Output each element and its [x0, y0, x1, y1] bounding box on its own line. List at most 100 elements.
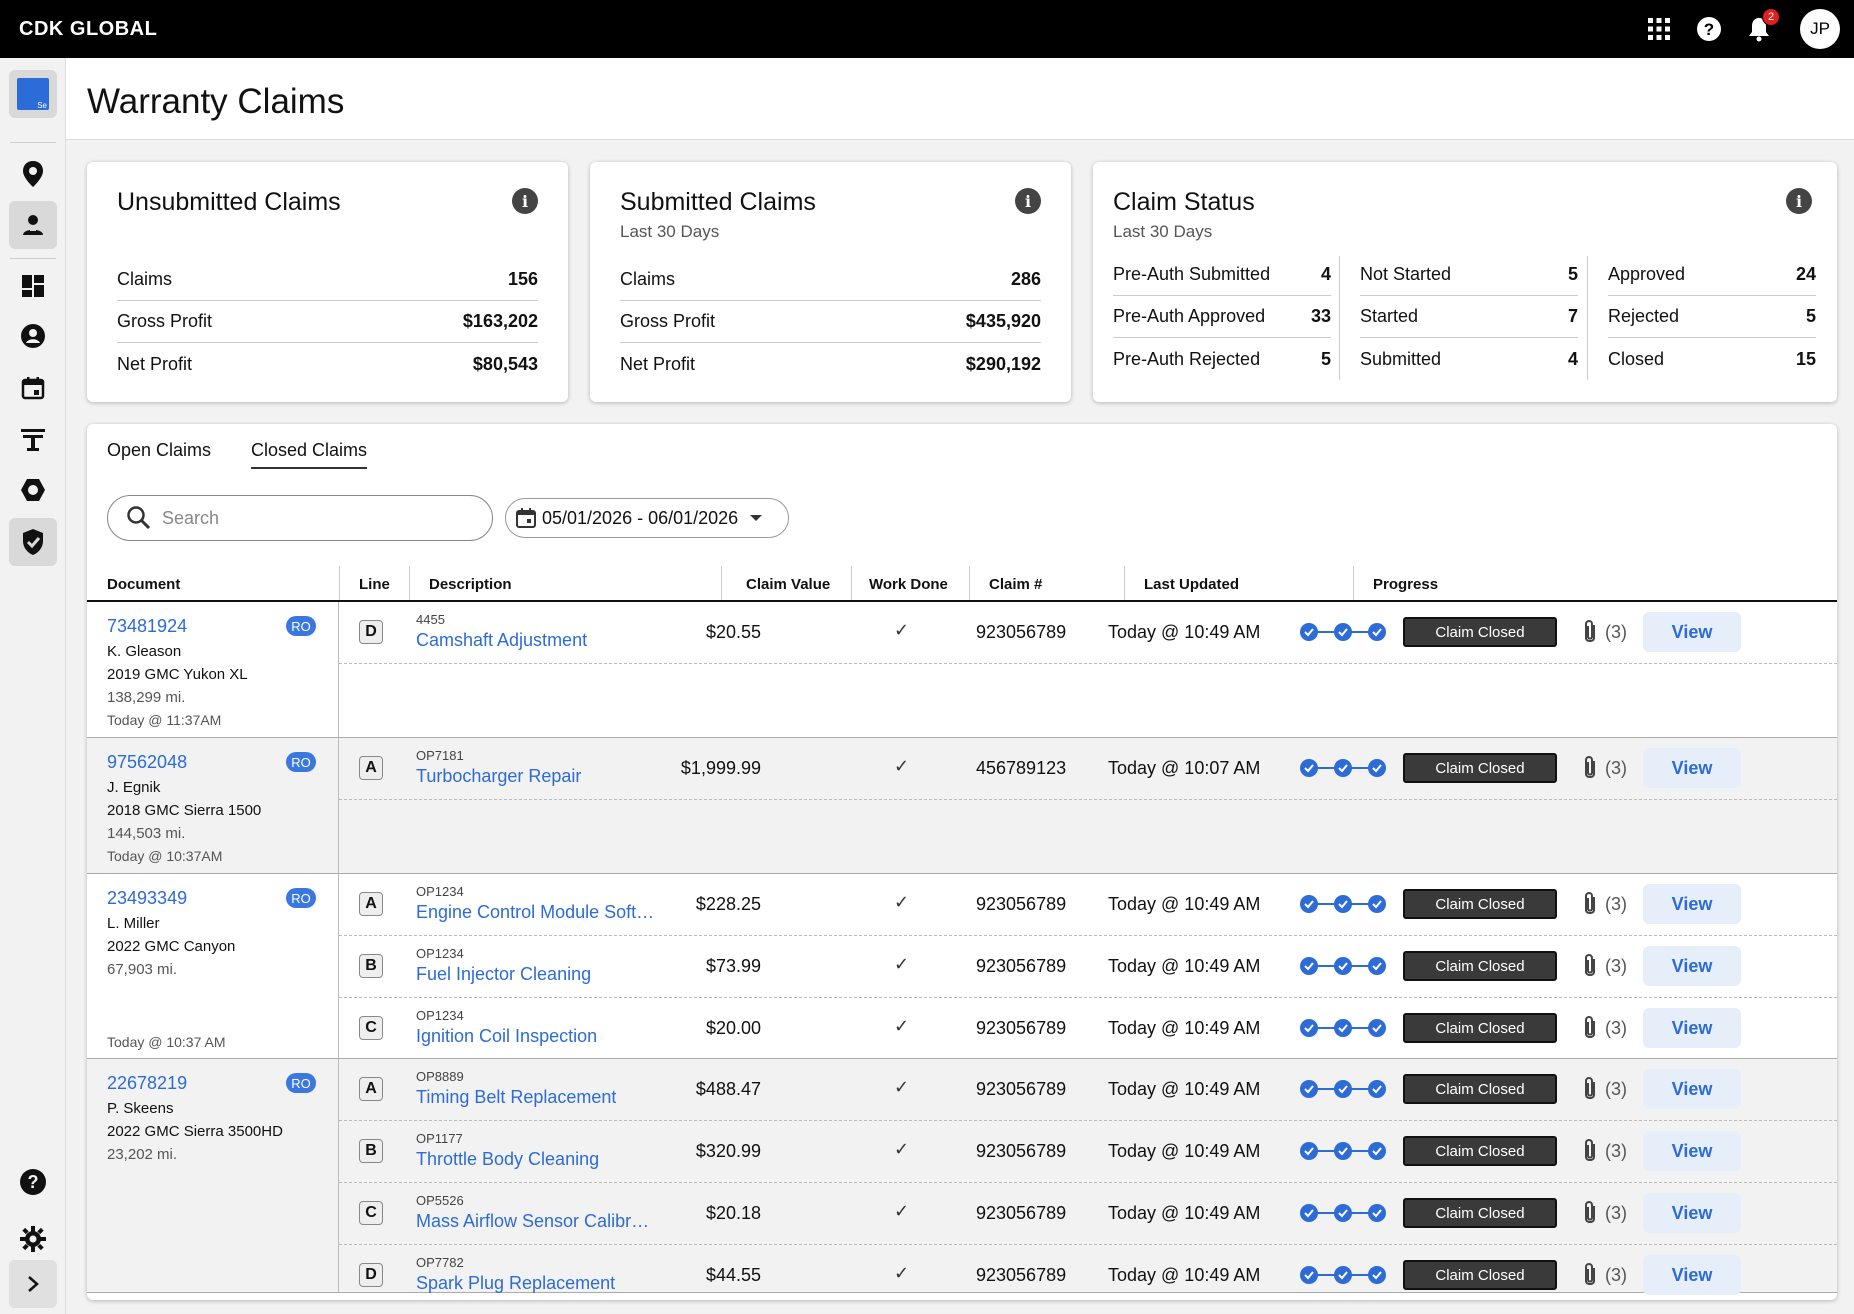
info-icon[interactable]: i — [1786, 188, 1812, 214]
sidebar-item-account[interactable] — [9, 312, 57, 360]
sidebar-item-dashboard[interactable] — [9, 262, 57, 310]
search-input[interactable]: Search — [107, 495, 493, 541]
document-cell: 22678219 RO P. Skeens 2022 GMC Sierra 3500H… — [87, 1059, 339, 1292]
description-link[interactable]: Spark Plug Replacement — [416, 1273, 615, 1294]
view-button[interactable]: View — [1643, 1193, 1741, 1233]
view-button[interactable]: View — [1643, 1255, 1741, 1295]
claim-number: 923056789 — [976, 894, 1067, 914]
view-button[interactable]: View — [1643, 1069, 1741, 1109]
line-letter: A — [359, 892, 383, 916]
calendar-icon — [21, 377, 45, 400]
brand-logo[interactable]: CDK GLOBAL — [19, 18, 157, 41]
calendar-icon — [516, 508, 536, 528]
status-badge: Claim Closed — [1403, 889, 1557, 919]
info-icon[interactable]: i — [512, 188, 538, 214]
sidebar-help[interactable]: ? — [9, 1158, 57, 1206]
paperclip-icon[interactable] — [1579, 1014, 1601, 1042]
sidebar-app-switcher[interactable]: Se — [9, 70, 57, 118]
claim-value: $44.55 — [705, 1265, 761, 1285]
mileage: 23,202 mi. — [107, 1146, 178, 1163]
notifications-bell-icon[interactable]: 2 — [1746, 8, 1780, 42]
claim-group: 73481924 RO K. Gleason 2019 GMC Yukon XL 138… — [87, 602, 1837, 738]
paperclip-icon[interactable] — [1579, 754, 1601, 782]
document-time: Today @ 10:37 AM — [107, 1034, 226, 1050]
document-cell: 73481924 RO K. Gleason 2019 GMC Yukon XL 138… — [87, 602, 339, 737]
description-link[interactable]: Turbocharger Repair — [416, 766, 581, 787]
description-link[interactable]: Timing Belt Replacement — [416, 1087, 616, 1108]
view-button[interactable]: View — [1643, 946, 1741, 986]
attachment-count: (3) — [1605, 1018, 1627, 1038]
card-subtitle: Last 30 Days — [620, 222, 720, 241]
op-code: OP7181 — [416, 748, 464, 763]
info-icon[interactable]: i — [1015, 188, 1041, 214]
claim-group: 23493349 RO L. Miller 2022 GMC Canyon 67,903… — [87, 874, 1837, 1059]
notification-count-badge: 2 — [1762, 8, 1780, 26]
user-avatar[interactable]: JP — [1800, 9, 1840, 49]
paperclip-icon[interactable] — [1579, 618, 1601, 646]
document-link[interactable]: 23493349 — [107, 888, 187, 909]
sidebar-item-contacts[interactable] — [9, 201, 57, 249]
stat-row: Gross Profit $435,920 — [620, 301, 1041, 343]
document-link[interactable]: 73481924 — [107, 616, 187, 637]
paperclip-icon[interactable] — [1579, 1199, 1601, 1227]
tab-closed-claims[interactable]: Closed Claims — [251, 440, 368, 469]
paperclip-icon[interactable] — [1579, 952, 1601, 980]
claim-line-row: C OP5526 Mass Airflow Sensor Calibration $2… — [339, 1183, 1837, 1245]
view-button[interactable]: View — [1643, 1008, 1741, 1048]
svg-text:?: ? — [1704, 20, 1714, 39]
status-badge: Claim Closed — [1403, 1136, 1557, 1166]
sidebar-item-location[interactable] — [9, 150, 57, 198]
description-link[interactable]: Engine Control Module Software... — [416, 902, 656, 923]
claim-line-row: A OP7181 Turbocharger Repair $1,999.99 ✓ 4567… — [339, 738, 1837, 800]
unsubmitted-claims-card: Unsubmitted Claims i Claims 156 Gross Pro… — [87, 162, 568, 463]
last-updated: Today @ 10:49 AM — [1108, 1203, 1261, 1223]
sidebar-item-service-lift[interactable] — [9, 415, 57, 463]
description-link[interactable]: Camshaft Adjustment — [416, 630, 587, 651]
tab-open-claims[interactable]: Open Claims — [107, 440, 211, 467]
description-link[interactable]: Mass Airflow Sensor Calibration — [416, 1211, 656, 1232]
description-link[interactable]: Throttle Body Cleaning — [416, 1149, 599, 1170]
vehicle: 2022 GMC Sierra 3500HD — [107, 1123, 283, 1140]
sidebar-item-warranty[interactable] — [9, 518, 57, 566]
last-updated: Today @ 10:49 AM — [1108, 622, 1261, 642]
view-button[interactable]: View — [1643, 748, 1741, 788]
ro-badge: RO — [286, 888, 316, 908]
sidebar-settings[interactable] — [9, 1215, 57, 1263]
help-icon[interactable]: ? — [1696, 16, 1722, 42]
status-column-preauth: Pre-Auth Submitted 4 Pre-Auth Approved 33 … — [1113, 254, 1331, 380]
view-button[interactable]: View — [1643, 612, 1741, 652]
customer-name: J. Egnik — [107, 779, 161, 796]
apps-grid-icon[interactable] — [1646, 16, 1672, 42]
paperclip-icon[interactable] — [1579, 1137, 1601, 1165]
sidebar-item-calendar[interactable] — [9, 364, 57, 412]
description-link[interactable]: Fuel Injector Cleaning — [416, 964, 591, 985]
paperclip-icon[interactable] — [1579, 1261, 1601, 1289]
attachment-count: (3) — [1605, 758, 1627, 778]
claim-value: $320.99 — [695, 1141, 761, 1161]
document-link[interactable]: 97562048 — [107, 752, 187, 773]
view-button[interactable]: View — [1643, 884, 1741, 924]
sidebar-expand[interactable] — [9, 1260, 57, 1308]
document-cell: 23493349 RO L. Miller 2022 GMC Canyon 67,903… — [87, 874, 339, 1058]
page-header: Warranty Claims — [66, 58, 1854, 140]
claim-line-row: A OP8889 Timing Belt Replacement $488.47 ✓ 92… — [339, 1059, 1837, 1121]
chevron-right-icon — [28, 1276, 39, 1292]
claim-group: 97562048 RO J. Egnik 2018 GMC Sierra 1500 14… — [87, 738, 1837, 874]
paperclip-icon[interactable] — [1579, 1075, 1601, 1103]
date-range-picker[interactable]: 05/01/2026 - 06/01/2026 — [505, 498, 789, 538]
paperclip-icon[interactable] — [1579, 890, 1601, 918]
op-code: 4455 — [416, 612, 445, 627]
description-link[interactable]: Ignition Coil Inspection — [416, 1026, 597, 1047]
sidebar-item-parts[interactable] — [9, 466, 57, 514]
stat-row: Net Profit $290,192 — [620, 353, 1041, 374]
mileage: 67,903 mi. — [107, 961, 178, 978]
card-subtitle: Last 30 Days — [1113, 222, 1213, 241]
claim-line-row: A OP1234 Engine Control Module Software...… — [339, 874, 1837, 936]
document-link[interactable]: 22678219 — [107, 1073, 187, 1094]
document-cell: 97562048 RO J. Egnik 2018 GMC Sierra 1500 14… — [87, 738, 339, 873]
progress-steps-icon — [1299, 1203, 1387, 1223]
work-done-check-icon: ✓ — [894, 1263, 910, 1283]
claim-number: 923056789 — [976, 1141, 1067, 1161]
top-bar: CDK GLOBAL ? 2 JP — [0, 0, 1854, 58]
view-button[interactable]: View — [1643, 1131, 1741, 1171]
